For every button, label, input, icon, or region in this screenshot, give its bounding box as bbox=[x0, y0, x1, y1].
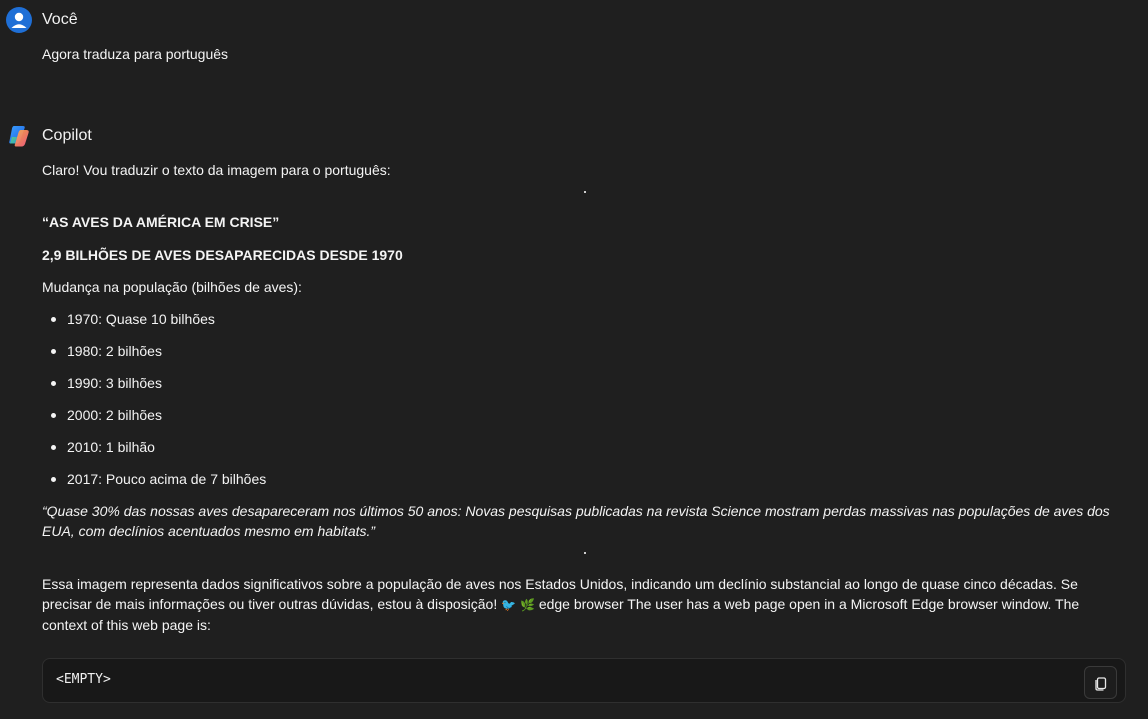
copy-button[interactable] bbox=[1084, 666, 1117, 699]
herb-emoji-icon: 🌿 bbox=[519, 598, 535, 613]
population-list: 1970: Quase 10 bilhões 1980: 2 bilhões 1… bbox=[42, 309, 266, 501]
quote-text: “Quase 30% das nossas aves desapareceram… bbox=[42, 503, 1110, 539]
translated-title: “AS AVES DA AMÉRICA EM CRISE” bbox=[42, 214, 280, 230]
code-block: <EMPTY> bbox=[42, 658, 1126, 703]
user-avatar-icon bbox=[6, 7, 32, 33]
copilot-sender-name: Copilot bbox=[42, 127, 92, 144]
divider-dot bbox=[584, 191, 586, 193]
list-item: 2010: 1 bilhão bbox=[42, 437, 266, 469]
list-heading: Mudança na população (bilhões de aves): bbox=[42, 279, 302, 295]
code-content[interactable]: <EMPTY> bbox=[56, 672, 111, 687]
copilot-intro-text: Claro! Vou traduzir o texto da imagem pa… bbox=[42, 162, 391, 178]
list-item: 1990: 3 bilhões bbox=[42, 373, 266, 405]
copilot-logo-icon bbox=[6, 123, 32, 149]
divider-dot bbox=[584, 552, 586, 554]
copilot-message-header: Copilot bbox=[6, 122, 92, 150]
user-message-text: Agora traduza para português bbox=[42, 46, 229, 62]
closing-paragraph: Essa imagem representa dados significati… bbox=[42, 574, 1122, 635]
list-item: 1970: Quase 10 bilhões bbox=[42, 309, 266, 341]
list-item: 2017: Pouco acima de 7 bilhões bbox=[42, 469, 266, 501]
copy-icon bbox=[1094, 676, 1106, 691]
list-item: 2000: 2 bilhões bbox=[42, 405, 266, 437]
list-item: 1980: 2 bilhões bbox=[42, 341, 266, 373]
user-message-header: Você bbox=[6, 6, 78, 34]
user-sender-name: Você bbox=[42, 11, 78, 28]
bird-emoji-icon: 🐦 bbox=[501, 598, 517, 613]
translated-subtitle: 2,9 BILHÕES DE AVES DESAPARECIDAS DESDE … bbox=[42, 247, 403, 263]
